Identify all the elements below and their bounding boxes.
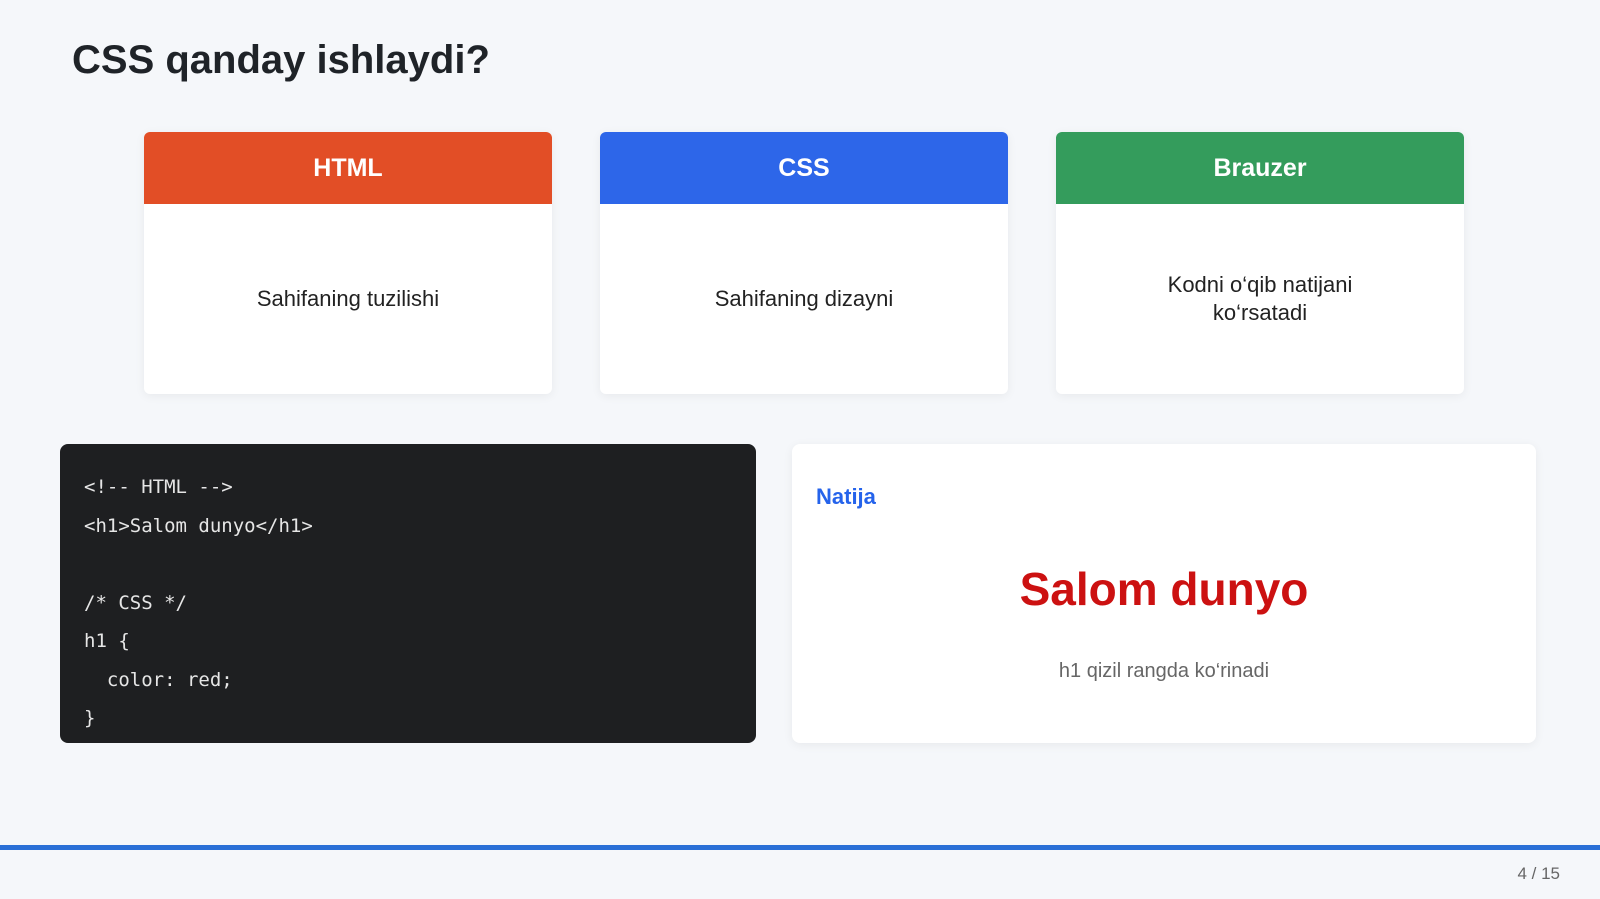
code-line: <h1>Salom dunyo</h1> [84, 514, 313, 537]
code-line: color: red; [84, 668, 233, 691]
page-counter: 4 / 15 [1517, 864, 1560, 883]
code-line: <!-- HTML --> [84, 476, 233, 498]
card-description: Sahifaning dizayni [714, 286, 894, 311]
slide-progress-bar [0, 845, 1600, 850]
card-description: Kodni o‘qib natijani ko‘rsatadi [1167, 272, 1353, 325]
code-panel: <!-- HTML --> <h1>Salom dunyo</h1> /* CS… [60, 444, 756, 743]
card-body: Kodni o‘qib natijani ko‘rsatadi [1056, 204, 1464, 394]
card-header: CSS [600, 132, 1008, 204]
card-body: Sahifaning dizayni [600, 204, 1008, 394]
progress-fill [0, 845, 1600, 850]
card-html: HTML Sahifaning tuzilishi [144, 132, 552, 394]
result-caption: h1 qizil rangda ko‘rinadi [1058, 660, 1270, 682]
result-heading: Salom dunyo [1019, 563, 1309, 615]
card-body: Sahifaning tuzilishi [144, 204, 552, 394]
concept-cards: HTML Sahifaning tuzilishi CSS Sahifaning… [0, 132, 1600, 394]
slide-title: CSS qanday ishlaydi? [72, 38, 490, 82]
code-line: /* CSS */ [84, 591, 187, 614]
code-line: h1 { [84, 630, 130, 652]
result-label: Natija [816, 484, 876, 509]
card-header: HTML [144, 132, 552, 204]
result-panel: Natija Salom dunyo h1 qizil rangda ko‘ri… [792, 444, 1536, 743]
card-browser: Brauzer Kodni o‘qib natijani ko‘rsatadi [1056, 132, 1464, 394]
card-header: Brauzer [1056, 132, 1464, 204]
card-description: Sahifaning tuzilishi [256, 286, 440, 311]
card-css: CSS Sahifaning dizayni [600, 132, 1008, 394]
code-line: } [84, 707, 96, 729]
